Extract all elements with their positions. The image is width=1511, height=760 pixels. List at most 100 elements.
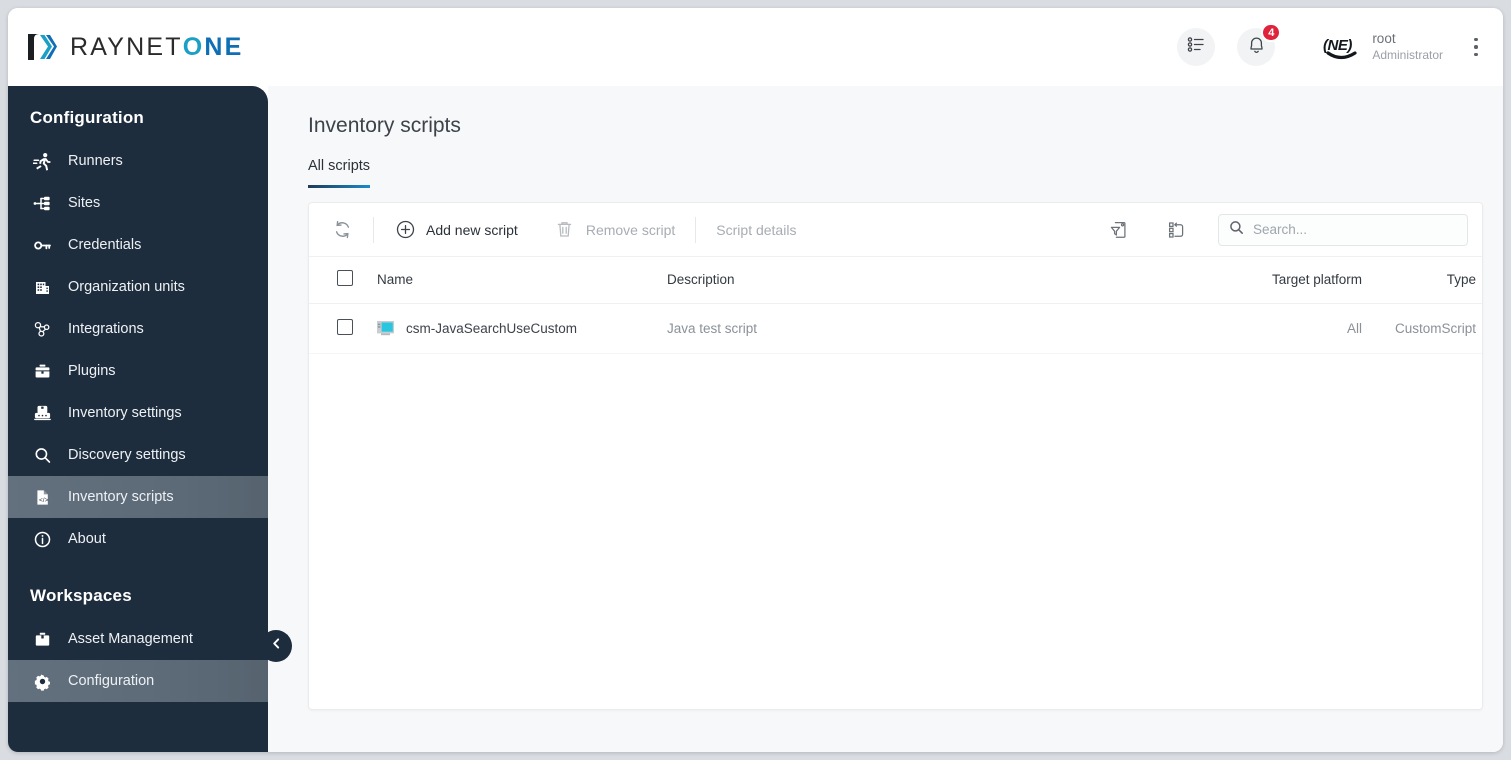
sitemap-icon bbox=[32, 193, 52, 213]
sidebar-item-inventory-settings[interactable]: Inventory settings bbox=[8, 392, 268, 434]
sidebar-item-label: Sites bbox=[68, 195, 101, 211]
sidebar-item-organization-units[interactable]: Organization units bbox=[8, 266, 268, 308]
scripts-panel: Add new script Remove script Script deta… bbox=[308, 202, 1483, 710]
tasks-button[interactable] bbox=[1177, 28, 1216, 66]
user-role: Administrator bbox=[1372, 47, 1443, 62]
toolbox-icon bbox=[32, 361, 52, 381]
sidebar-item-label: About bbox=[68, 531, 106, 547]
brand-logo[interactable]: RAYNETONE bbox=[26, 32, 244, 62]
header-actions: 4 (NE) root Administrator bbox=[1177, 23, 1503, 66]
row-type-cell: CustomScript bbox=[1362, 303, 1482, 354]
svg-text:</>: </> bbox=[39, 497, 49, 504]
sidebar: Configuration Runners Sites Credentials … bbox=[8, 86, 268, 752]
sidebar-item-plugins[interactable]: Plugins bbox=[8, 350, 268, 392]
group-columns-button[interactable] bbox=[1160, 213, 1194, 247]
sidebar-item-inventory-scripts[interactable]: </> Inventory scripts bbox=[8, 476, 268, 518]
column-header-target-platform[interactable]: Target platform bbox=[1212, 257, 1362, 304]
table-header-row: Name Description Target platform Type bbox=[309, 257, 1482, 304]
search-icon bbox=[1229, 220, 1244, 240]
tab-bar: All scripts bbox=[308, 158, 1481, 188]
group-columns-icon bbox=[1166, 219, 1188, 241]
sidebar-section-workspaces: Workspaces bbox=[30, 586, 132, 605]
sidebar-item-label: Inventory scripts bbox=[68, 489, 174, 505]
row-name-cell: csm-JavaSearchUseCustom bbox=[377, 303, 667, 354]
search-box[interactable] bbox=[1218, 213, 1468, 246]
table-row[interactable]: csm-JavaSearchUseCustom Java test script… bbox=[309, 303, 1482, 354]
sidebar-item-label: Configuration bbox=[68, 673, 155, 689]
task-list-icon bbox=[1187, 35, 1206, 59]
sidebar-collapse-button[interactable] bbox=[260, 630, 292, 662]
tab-all-scripts[interactable]: All scripts bbox=[308, 158, 371, 188]
app-header: RAYNETONE 4 (NE) root Administrator bbox=[8, 8, 1503, 86]
sidebar-item-label: Plugins bbox=[68, 363, 116, 379]
trash-icon bbox=[554, 219, 576, 241]
user-avatar: (NE) bbox=[1321, 30, 1363, 64]
brand-name: RAYNETONE bbox=[70, 32, 244, 61]
gear-icon bbox=[32, 671, 52, 691]
row-name-label: csm-JavaSearchUseCustom bbox=[406, 320, 578, 336]
user-name: root bbox=[1372, 31, 1396, 47]
script-details-label: Script details bbox=[716, 221, 797, 238]
vertical-dots-icon bbox=[1474, 37, 1478, 42]
search-input[interactable] bbox=[1253, 222, 1457, 237]
briefcase-icon bbox=[32, 629, 52, 649]
sidebar-item-asset-management[interactable]: Asset Management bbox=[8, 618, 268, 660]
select-all-checkbox[interactable] bbox=[337, 270, 353, 287]
info-icon bbox=[32, 529, 52, 549]
key-icon bbox=[32, 235, 52, 255]
plus-circle-icon bbox=[394, 219, 416, 241]
remove-script-label: Remove script bbox=[585, 221, 676, 238]
magnifier-icon bbox=[32, 445, 52, 465]
script-details-button[interactable]: Script details bbox=[710, 213, 802, 247]
column-header-type[interactable]: Type bbox=[1362, 257, 1482, 304]
column-header-description[interactable]: Description bbox=[667, 257, 1212, 304]
monitor-icon bbox=[377, 320, 394, 336]
sidebar-item-label: Inventory settings bbox=[68, 405, 182, 421]
sidebar-item-about[interactable]: About bbox=[8, 518, 268, 560]
row-checkbox[interactable] bbox=[337, 318, 353, 335]
refresh-icon bbox=[331, 219, 353, 241]
sidebar-item-label: Discovery settings bbox=[68, 447, 186, 463]
toolbar-divider bbox=[695, 216, 697, 243]
row-platform-cell: All bbox=[1212, 303, 1362, 354]
chevron-left-icon bbox=[270, 637, 283, 655]
sidebar-section-configuration: Configuration bbox=[30, 108, 145, 127]
add-new-script-label: Add new script bbox=[426, 221, 518, 238]
svg-text:(NE): (NE) bbox=[1323, 37, 1352, 54]
header-overflow-menu-button[interactable] bbox=[1465, 32, 1487, 62]
row-select-cell bbox=[309, 303, 377, 354]
add-new-script-button[interactable]: Add new script bbox=[388, 213, 524, 247]
select-all-header bbox=[309, 257, 377, 304]
sidebar-item-label: Runners bbox=[68, 153, 123, 169]
refresh-button[interactable] bbox=[325, 213, 359, 247]
sidebar-item-discovery-settings[interactable]: Discovery settings bbox=[8, 434, 268, 476]
column-header-name[interactable]: Name bbox=[377, 257, 667, 304]
user-menu[interactable]: (NE) root Administrator bbox=[1321, 30, 1443, 64]
sidebar-item-runners[interactable]: Runners bbox=[8, 140, 268, 182]
raynetone-logo-icon bbox=[26, 32, 60, 62]
filter-document-icon bbox=[1108, 219, 1130, 241]
main-content: Inventory scripts All scripts Add new sc… bbox=[268, 86, 1503, 752]
sidebar-item-label: Organization units bbox=[68, 279, 185, 295]
scripts-toolbar: Add new script Remove script Script deta… bbox=[309, 203, 1482, 257]
row-description-cell: Java test script bbox=[667, 303, 1212, 354]
scripts-table: Name Description Target platform Type cs… bbox=[309, 257, 1482, 354]
notification-badge: 4 bbox=[1261, 23, 1282, 42]
inventory-settings-icon bbox=[32, 403, 52, 423]
remove-script-button[interactable]: Remove script bbox=[548, 213, 681, 247]
sidebar-item-label: Integrations bbox=[68, 321, 144, 337]
sidebar-item-integrations[interactable]: Integrations bbox=[8, 308, 268, 350]
toolbar-divider bbox=[373, 216, 374, 243]
sidebar-item-credentials[interactable]: Credentials bbox=[8, 224, 268, 266]
notifications-button[interactable]: 4 bbox=[1237, 23, 1282, 66]
filter-button[interactable] bbox=[1102, 213, 1136, 247]
toolbar-right-actions bbox=[1102, 213, 1468, 247]
integrations-icon bbox=[32, 319, 52, 339]
sidebar-item-configuration[interactable]: Configuration bbox=[8, 660, 268, 702]
app-window: RAYNETONE 4 (NE) root Administrator Conf… bbox=[8, 8, 1503, 752]
script-file-icon: </> bbox=[32, 487, 52, 507]
sidebar-item-label: Credentials bbox=[68, 237, 142, 253]
sidebar-item-sites[interactable]: Sites bbox=[8, 182, 268, 224]
building-icon bbox=[32, 277, 52, 297]
page-title: Inventory scripts bbox=[308, 114, 461, 137]
